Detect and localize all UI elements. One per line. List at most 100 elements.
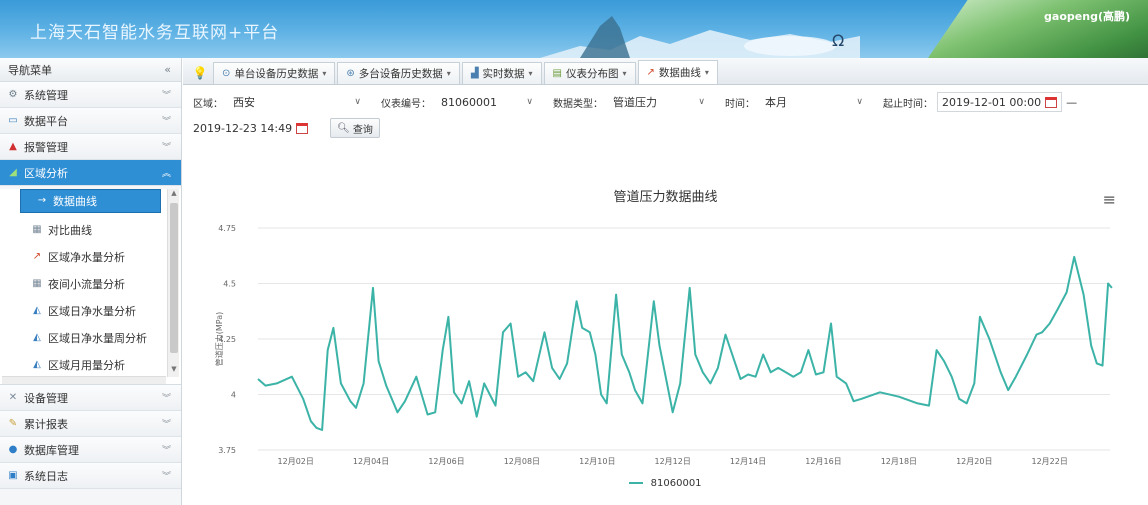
region-label: 区域： (193, 98, 223, 110)
map-icon: ▤ (552, 68, 562, 79)
main-content: 💡 ⊙ 单台设备历史数据 ▾ ⊛ 多台设备历史数据 ▾ ▟ 实时数据 ▾ ▤ 仪… (183, 58, 1148, 505)
monitor-icon: ▭ (8, 114, 18, 126)
chevron-down-icon[interactable]: ▾ (529, 69, 533, 78)
end-time-value: 2019-12-23 14:49 (193, 121, 293, 135)
region-analysis-submenu: → 数据曲线 ▦ 对比曲线 ↗ 区域净水量分析 ▦ 夜间小流量分析 ◭ 区域日净… (0, 189, 181, 385)
sidebar-group-alarm[interactable]: ▲ 报警管理 ︾ (0, 134, 181, 160)
sidebar-group-database[interactable]: ● 数据库管理 ︾ (0, 437, 181, 463)
submenu-item-data-curve[interactable]: → 数据曲线 (20, 189, 161, 213)
chart-icon: ◢ (9, 166, 17, 178)
end-time-input[interactable]: 2019-12-23 14:49 (193, 118, 312, 138)
chart-icon: ▟ (470, 68, 479, 79)
chevron-down-icon[interactable]: ▾ (622, 69, 626, 78)
chevron-down-icon: ︾ (161, 420, 171, 430)
time-range-label: 起止时间： (883, 98, 933, 110)
sidebar-header: 导航菜单 « (0, 58, 181, 82)
submenu-item-region-net-water[interactable]: ↗ 区域净水量分析 (0, 243, 181, 270)
current-user[interactable]: gaopeng(高鹏) (1044, 8, 1130, 24)
chart-legend[interactable]: 81060001 (183, 478, 1148, 489)
x-axis-ticks: 12月02日 12月04日 12月06日 12月08日 12月10日 12月12日 12月1… (278, 457, 1068, 466)
sidebar-group-label: 设备管理 (24, 391, 68, 405)
filter-panel: 区域： 西安 ∨ 仪表编号： 81060001 ∨ 数据类型： 管道压力 ∨ 时… (183, 85, 1148, 143)
sidebar-group-log[interactable]: ▣ 系统日志 ︾ (0, 463, 181, 489)
period-label: 时间： (725, 98, 755, 110)
y-axis-label: 管道压力(MPa) (214, 312, 224, 367)
meter-select[interactable]: 81060001 ∨ (435, 92, 539, 112)
range-separator: — (1066, 95, 1078, 109)
tab-label: 数据曲线 (658, 67, 701, 79)
tab-realtime-data[interactable]: ▟ 实时数据 ▾ (461, 62, 542, 84)
x-tick-label: 12月06日 (428, 457, 464, 466)
tab-label: 单台设备历史数据 (234, 68, 319, 80)
area-chart-icon: ◭ (33, 331, 41, 343)
scrollbar-thumb[interactable] (170, 203, 178, 353)
x-tick-label: 12月18日 (881, 457, 917, 466)
submenu-item-daily-net-water[interactable]: ◭ 区域日净水量分析 (0, 297, 181, 324)
period-value: 本月 (765, 96, 787, 109)
sidebar-group-label: 数据平台 (24, 114, 68, 128)
data-type-select[interactable]: 管道压力 ∨ (607, 92, 711, 112)
series-line-81060001[interactable] (257, 255, 1113, 431)
chevron-down-icon: ︾ (161, 117, 171, 127)
tab-data-curve[interactable]: ↗ 数据曲线 ▾ (637, 60, 718, 84)
period-select[interactable]: 本月 ∨ (759, 92, 869, 112)
chevron-down-icon: ∨ (526, 97, 533, 107)
chevron-down-icon: ︾ (161, 394, 171, 404)
sidebar-group-region-analysis[interactable]: ◢ 区域分析 ︽ (0, 160, 181, 186)
region-select[interactable]: 西安 ∨ (227, 92, 367, 112)
submenu-item-daily-net-water-week[interactable]: ◭ 区域日净水量周分析 (0, 324, 181, 351)
sidebar-group-label: 系统管理 (24, 88, 68, 102)
query-button-label: 查询 (352, 124, 373, 136)
data-type-value: 管道压力 (613, 96, 657, 109)
submenu-item-label: 对比曲线 (48, 223, 92, 237)
query-button[interactable]: 🔍︎ 查询 (330, 118, 380, 138)
submenu-item-label: 数据曲线 (53, 195, 97, 208)
scroll-down-icon[interactable]: ▼ (168, 365, 180, 377)
tab-meter-distribution[interactable]: ▤ 仪表分布图 ▾ (543, 62, 636, 84)
sidebar-group-data-platform[interactable]: ▭ 数据平台 ︾ (0, 108, 181, 134)
pressure-line-chart: 3.7544.254.54.75 12月02日 12月04日 12月06日 12月08… (214, 224, 1113, 466)
y-tick-label: 4.75 (218, 224, 236, 233)
filter-row-1: 区域： 西安 ∨ 仪表编号： 81060001 ∨ 数据类型： 管道压力 ∨ 时… (193, 91, 1138, 113)
submenu-item-label: 区域日净水量分析 (48, 304, 136, 318)
sidebar-group-device[interactable]: ✕ 设备管理 ︾ (0, 385, 181, 411)
submenu-item-label: 区域净水量分析 (48, 250, 125, 264)
tab-multi-device-history[interactable]: ⊛ 多台设备历史数据 ▾ (337, 62, 460, 84)
sidebar-group-system[interactable]: ⚙ 系统管理 ︾ (0, 82, 181, 108)
app-title: 上海天石智能水务互联网+平台 (30, 23, 280, 43)
chevron-down-icon: ∨ (698, 97, 705, 107)
wrench-icon: ✕ (8, 391, 18, 403)
sidebar-group-report[interactable]: ✎ 累计报表 ︾ (0, 411, 181, 437)
x-tick-label: 12月12日 (655, 457, 691, 466)
collapse-sidebar-icon[interactable]: « (164, 63, 171, 76)
submenu-vertical-scrollbar[interactable]: ▲ ▼ (167, 189, 179, 377)
submenu-item-night-flow[interactable]: ▦ 夜间小流量分析 (0, 270, 181, 297)
chevron-down-icon[interactable]: ▾ (705, 68, 709, 77)
y-tick-label: 4 (231, 391, 236, 400)
area-chart-icon: ◭ (33, 304, 41, 316)
clock-icon: ⊛ (346, 68, 355, 79)
submenu-item-monthly-usage[interactable]: ◭ 区域月用量分析 (0, 351, 181, 378)
scroll-up-icon[interactable]: ▲ (168, 189, 180, 201)
log-icon: ▣ (8, 469, 18, 481)
sidebar-group-label: 系统日志 (24, 469, 68, 483)
tab-label: 多台设备历史数据 (358, 68, 443, 80)
header-banner-art: Ω (540, 16, 860, 58)
sidebar-group-label: 报警管理 (24, 140, 68, 154)
submenu-horizontal-scrollbar[interactable] (2, 376, 166, 384)
table-icon: ▦ (32, 277, 42, 289)
line-chart-icon: ↗ (32, 250, 42, 262)
x-tick-label: 12月02日 (278, 457, 314, 466)
chevron-down-icon: ︾ (161, 472, 171, 482)
chevron-down-icon: ︾ (161, 143, 171, 153)
start-time-input[interactable]: 2019-12-01 00:00 (937, 92, 1063, 112)
calendar-icon[interactable] (1045, 96, 1058, 108)
x-tick-label: 12月20日 (956, 457, 992, 466)
tab-single-device-history[interactable]: ⊙ 单台设备历史数据 ▾ (213, 62, 336, 84)
line-chart-icon: ↗ (646, 67, 655, 78)
chevron-down-icon[interactable]: ▾ (322, 69, 326, 78)
submenu-item-compare-curve[interactable]: ▦ 对比曲线 (0, 216, 181, 243)
chevron-down-icon[interactable]: ▾ (447, 69, 451, 78)
calendar-icon[interactable] (296, 122, 309, 134)
bulb-icon[interactable]: 💡 (187, 62, 213, 84)
